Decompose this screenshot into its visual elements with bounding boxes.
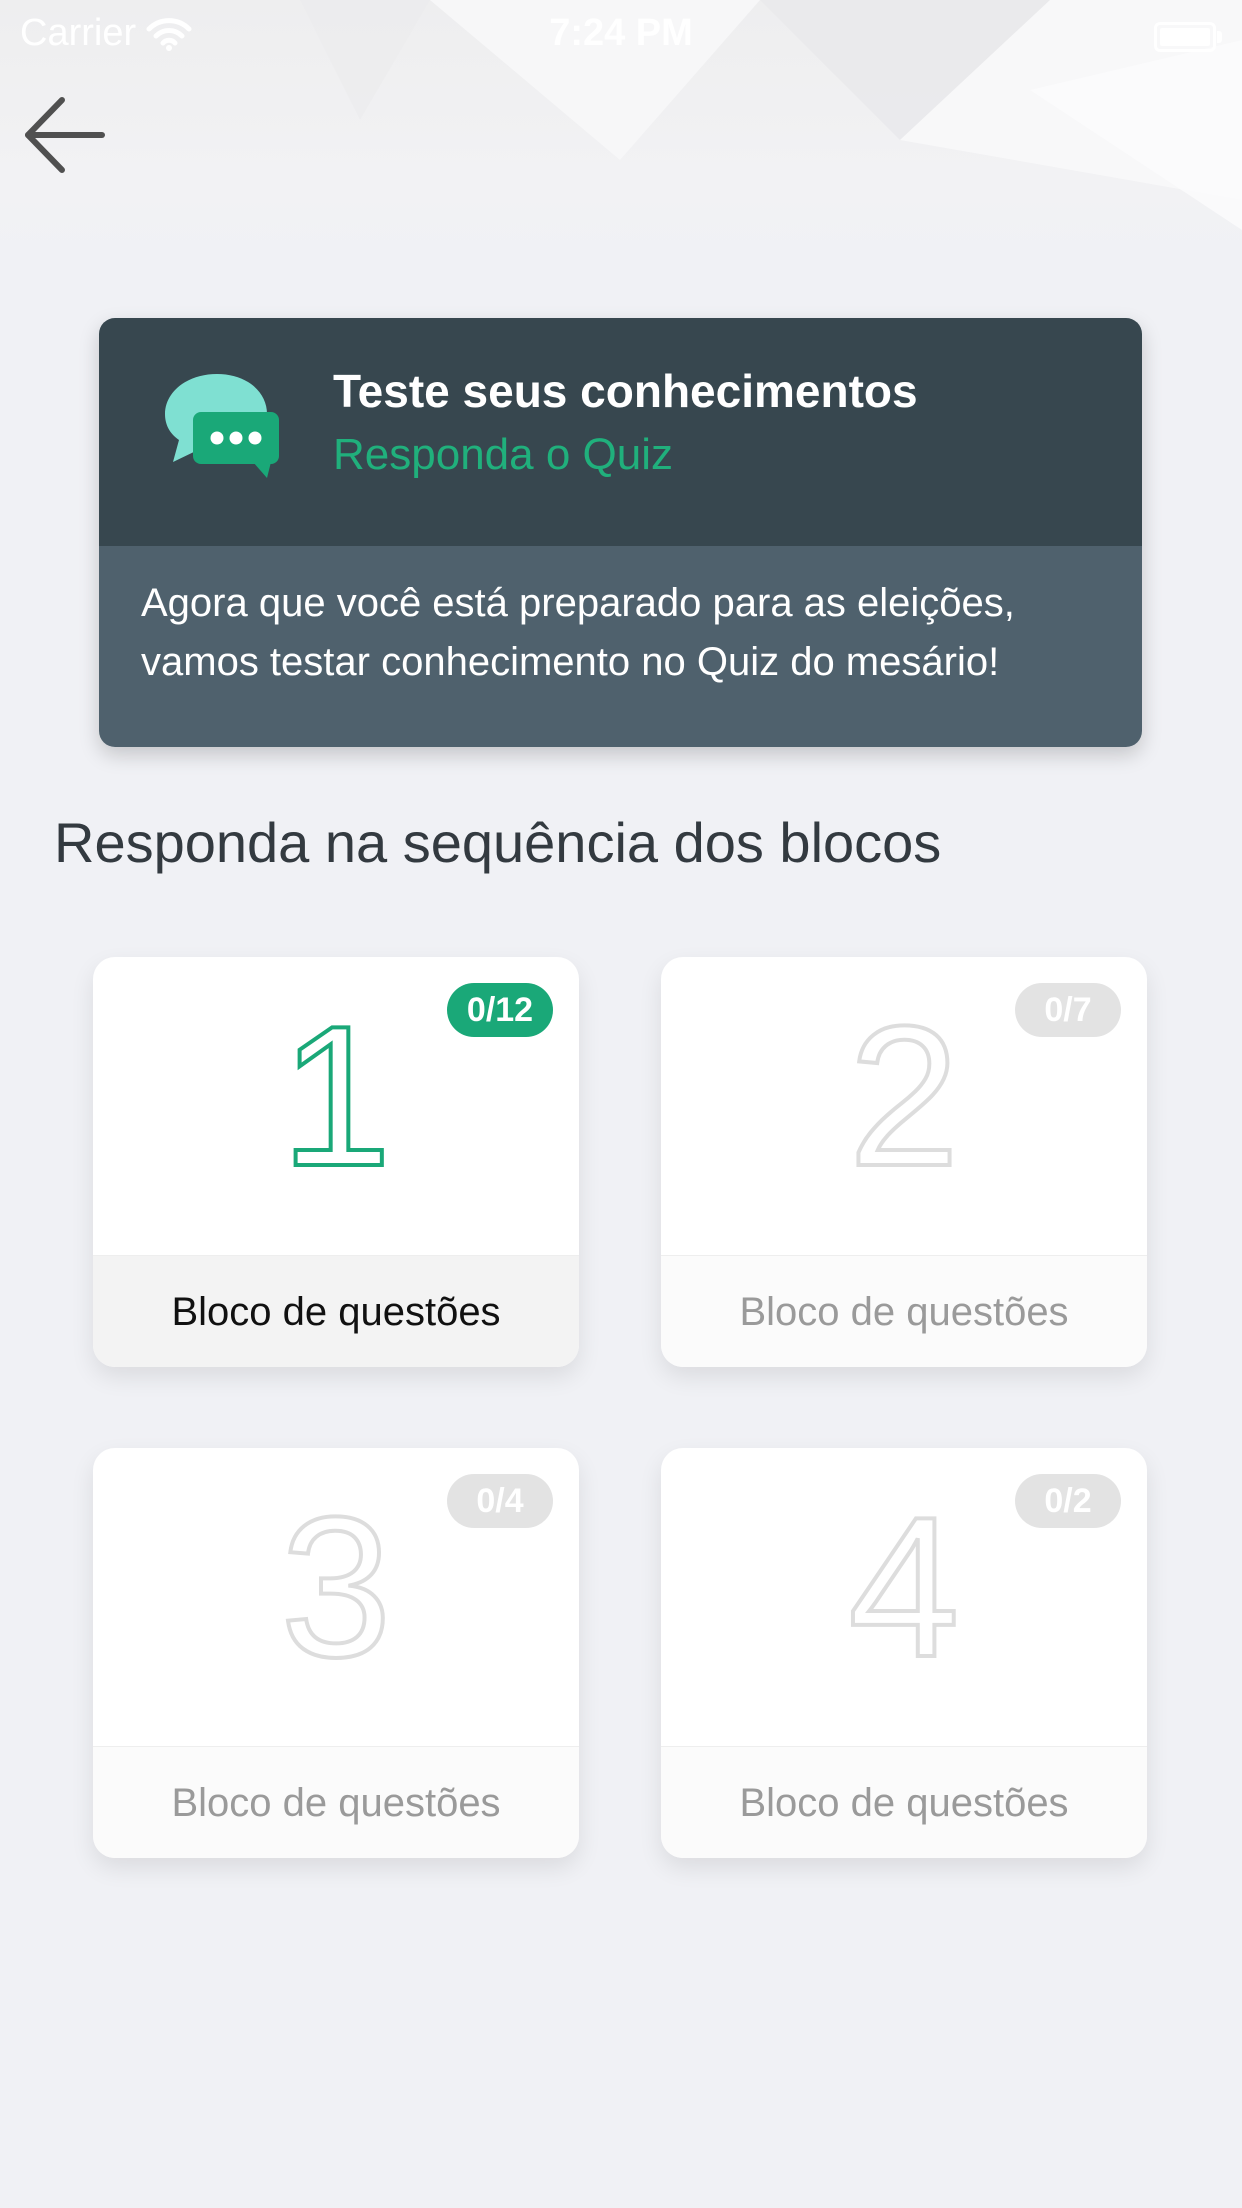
block-label-1: Bloco de questões <box>93 1255 579 1367</box>
block-label-3: Bloco de questões <box>93 1746 579 1858</box>
block-label-2: Bloco de questões <box>661 1255 1147 1367</box>
quiz-info-card: Teste seus conhecimentos Responda o Quiz… <box>99 318 1142 747</box>
svg-text:2: 2 <box>848 985 959 1208</box>
quiz-card-subtitle: Responda o Quiz <box>333 430 673 479</box>
arrow-left-icon <box>25 97 105 173</box>
chat-bubbles-icon <box>165 374 279 478</box>
block-card-1[interactable]: 1 0/12 Bloco de questões <box>93 957 579 1367</box>
quiz-info-body: Agora que você está preparado para as el… <box>99 546 1142 747</box>
block-label-4: Bloco de questões <box>661 1746 1147 1858</box>
quiz-card-description: Agora que você está preparado para as el… <box>141 581 1015 684</box>
block-number-3: 3 <box>93 1474 579 1701</box>
block-card-2[interactable]: 2 0/7 Bloco de questões <box>661 957 1147 1367</box>
quiz-card-title: Teste seus conhecimentos <box>333 365 918 417</box>
block-card-3[interactable]: 3 0/4 Bloco de questões <box>93 1448 579 1858</box>
quiz-info-header: Teste seus conhecimentos Responda o Quiz <box>99 318 1142 546</box>
back-button[interactable] <box>20 90 110 180</box>
svg-text:3: 3 <box>280 1476 391 1699</box>
block-progress-badge-1: 0/12 <box>447 983 553 1037</box>
block-number-2: 2 <box>661 983 1147 1210</box>
svg-text:1: 1 <box>280 985 391 1208</box>
block-progress-badge-3: 0/4 <box>447 1474 553 1528</box>
block-number-1: 1 <box>93 983 579 1210</box>
section-title: Responda na sequência dos blocos <box>54 811 942 874</box>
battery-icon <box>1154 22 1222 52</box>
svg-text:4: 4 <box>848 1476 959 1699</box>
status-time: 7:24 PM <box>549 12 693 54</box>
block-progress-badge-4: 0/2 <box>1015 1474 1121 1528</box>
block-number-4: 4 <box>661 1474 1147 1701</box>
block-card-4[interactable]: 4 0/2 Bloco de questões <box>661 1448 1147 1858</box>
block-progress-badge-2: 0/7 <box>1015 983 1121 1037</box>
status-bar: Carrier 7:24 PM <box>0 0 1242 66</box>
